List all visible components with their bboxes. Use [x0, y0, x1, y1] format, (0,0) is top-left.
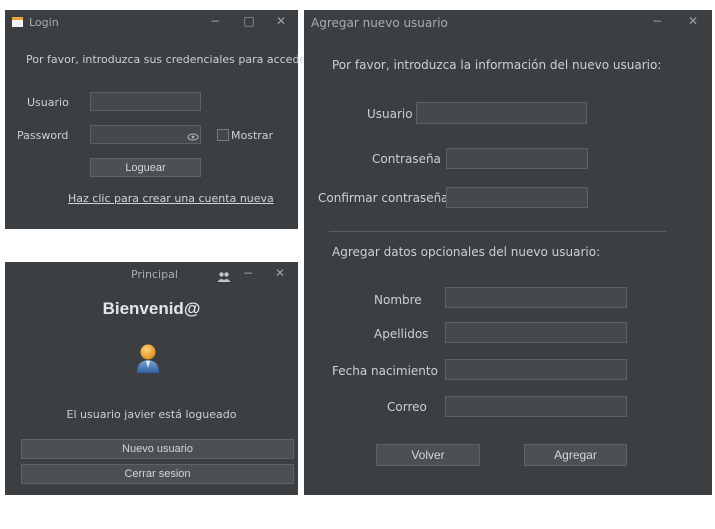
- minimize-icon[interactable]: −: [241, 266, 255, 280]
- login-window: Login − □ ✕ Por favor, introduzca sus cr…: [5, 10, 314, 229]
- confirm-password-field[interactable]: [446, 187, 588, 208]
- name-field[interactable]: [445, 287, 627, 308]
- principal-titlebar: Principal − ✕: [5, 262, 298, 286]
- create-account-link[interactable]: Haz clic para crear una cuenta nueva: [68, 192, 274, 205]
- show-password-label: Mostrar: [231, 129, 274, 142]
- confirm-password-label: Confirmar contraseña: [318, 191, 449, 205]
- user-avatar-icon: [135, 342, 161, 374]
- principal-title: Principal: [131, 268, 178, 281]
- back-button[interactable]: Volver: [376, 444, 480, 466]
- user-label: Usuario: [27, 96, 69, 109]
- login-titlebar: Login − □ ✕: [5, 10, 298, 34]
- password-field[interactable]: [90, 125, 201, 144]
- email-label: Correo: [387, 400, 427, 414]
- birthdate-label: Fecha nacimiento: [332, 364, 438, 378]
- password-label: Password: [17, 129, 69, 142]
- close-icon[interactable]: ✕: [273, 266, 287, 280]
- new-user-button[interactable]: Nuevo usuario: [21, 439, 294, 459]
- maximize-icon[interactable]: □: [242, 14, 256, 28]
- minimize-icon[interactable]: −: [650, 14, 664, 28]
- welcome-heading: Bienvenid@: [102, 299, 201, 318]
- login-button[interactable]: Loguear: [90, 158, 201, 177]
- logout-button[interactable]: Cerrar sesion: [21, 464, 294, 484]
- add-user-titlebar: Agregar nuevo usuario − ✕: [304, 10, 712, 34]
- section-divider: [329, 231, 666, 232]
- principal-window: Principal − ✕ Bienvenid@ El usuario javi…: [5, 262, 298, 495]
- new-password-field[interactable]: [446, 148, 588, 169]
- add-user-window: Agregar nuevo usuario − ✕ Por favor, int…: [304, 10, 712, 495]
- surname-label: Apellidos: [374, 327, 429, 341]
- add-button[interactable]: Agregar: [524, 444, 627, 466]
- new-user-field[interactable]: [416, 102, 587, 124]
- eye-icon[interactable]: [187, 128, 199, 141]
- close-icon[interactable]: ✕: [686, 14, 700, 28]
- add-user-prompt: Por favor, introduzca la información del…: [332, 58, 662, 72]
- new-password-label: Contraseña: [372, 152, 441, 166]
- optional-header: Agregar datos opcionales del nuevo usuar…: [332, 245, 601, 259]
- email-field[interactable]: [445, 396, 627, 417]
- login-title: Login: [29, 16, 59, 29]
- minimize-icon[interactable]: −: [208, 14, 222, 28]
- new-user-label: Usuario: [367, 107, 413, 121]
- name-label: Nombre: [374, 293, 422, 307]
- users-icon[interactable]: [217, 268, 231, 282]
- close-icon[interactable]: ✕: [274, 14, 288, 28]
- login-prompt: Por favor, introduzca sus credenciales p…: [26, 53, 315, 66]
- birthdate-field[interactable]: [445, 359, 627, 380]
- user-field[interactable]: [90, 92, 201, 111]
- surname-field[interactable]: [445, 322, 627, 343]
- status-text: El usuario javier está logueado: [66, 408, 237, 421]
- show-password-checkbox[interactable]: [217, 129, 229, 141]
- add-user-title: Agregar nuevo usuario: [311, 16, 448, 30]
- app-icon: [12, 17, 23, 27]
